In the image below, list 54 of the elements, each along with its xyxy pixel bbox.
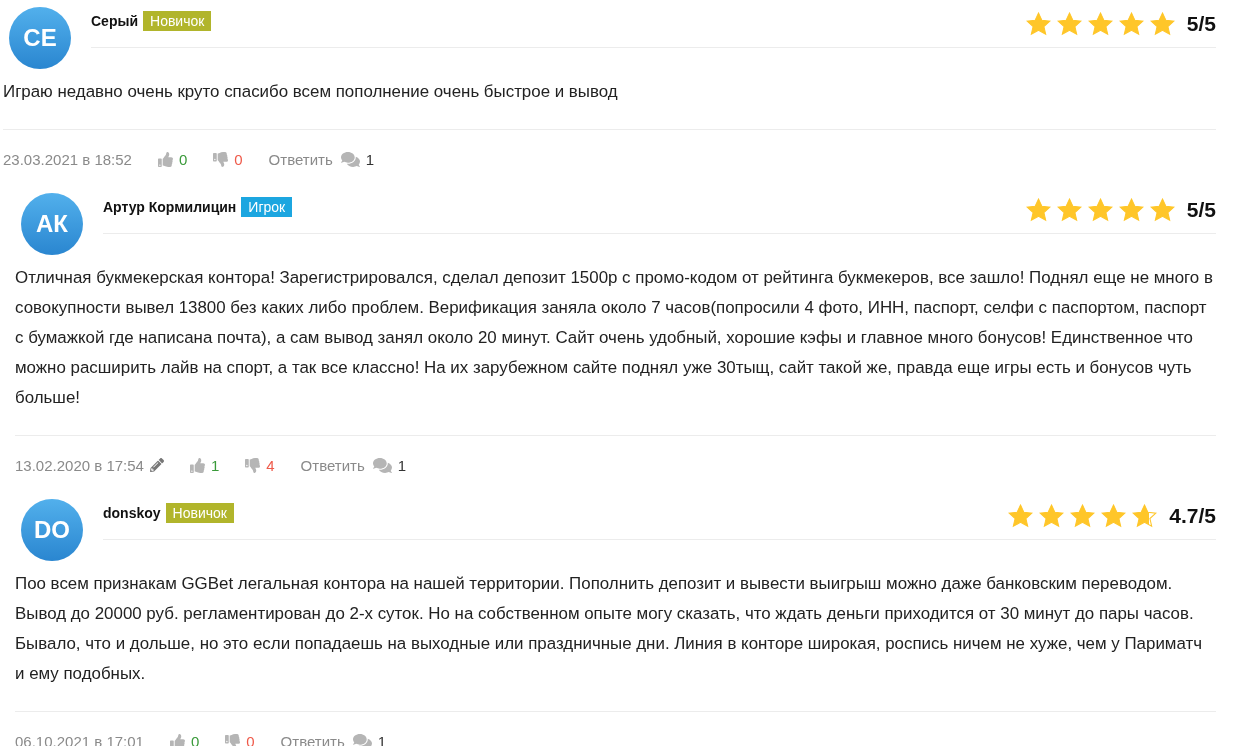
user-avatar: АК bbox=[21, 193, 83, 255]
rank-badge: Игрок bbox=[241, 197, 293, 217]
star-icon bbox=[1056, 198, 1082, 222]
star-icon bbox=[1087, 12, 1113, 36]
review-text: Играю недавно очень круто спасибо всем пополнение очень быстрое и вывод bbox=[3, 77, 1216, 130]
reply-link[interactable]: Ответить bbox=[268, 150, 333, 168]
star-icon bbox=[1149, 12, 1175, 36]
comment-count: 1 bbox=[397, 456, 407, 474]
rating-score: 5/5 bbox=[1186, 12, 1216, 36]
reply-link[interactable]: Ответить bbox=[280, 732, 345, 746]
star-icon bbox=[1025, 12, 1051, 36]
author-name: donskoy bbox=[103, 505, 161, 521]
thumbs-down-icon[interactable] bbox=[225, 733, 241, 746]
thumbs-up-icon[interactable] bbox=[189, 457, 205, 473]
comment-count: 1 bbox=[365, 150, 375, 168]
review-text: Поо всем признакам GGBet легальная контора на нашей территории. Пополнить депозит и вывести выигрыш можно даже банковским переводом. Вывод до 20000 руб. регламентирован до 2-х суток. Но на собственном опыте могу сказать, что ждать деньги приходится от 30 минут до пары часов. Бывало, что и дольше, но это если попадаешь на выходные или праздничные дни. Линия в конторе широкая, роспись ничем не хуже, чем у Париматч и ему подобных. bbox=[15, 569, 1216, 712]
star-icon bbox=[1039, 504, 1065, 528]
thumbs-up-icon[interactable] bbox=[169, 733, 185, 746]
star-icon bbox=[1070, 504, 1096, 528]
like-count: 0 bbox=[178, 150, 188, 168]
dislike-count: 0 bbox=[234, 150, 243, 168]
star-icon bbox=[1056, 12, 1082, 36]
star-icon bbox=[1118, 12, 1144, 36]
star-icon bbox=[1101, 504, 1127, 528]
comments-icon bbox=[352, 731, 372, 746]
like-count: 1 bbox=[210, 456, 220, 474]
comments-icon bbox=[340, 149, 360, 169]
star-icon bbox=[1132, 504, 1158, 528]
star-icon bbox=[1025, 198, 1051, 222]
rating-score: 5/5 bbox=[1186, 198, 1216, 222]
comment-count: 1 bbox=[377, 732, 387, 746]
rating-score: 4.7/5 bbox=[1169, 504, 1216, 528]
review-date: 23.03.2021 в 18:52 bbox=[3, 150, 132, 168]
user-avatar: DO bbox=[21, 499, 83, 561]
author-name: Артур Кормилицин bbox=[103, 199, 237, 215]
rank-badge: Новичок bbox=[165, 503, 234, 523]
thumbs-up-icon[interactable] bbox=[157, 151, 173, 167]
comments-icon bbox=[372, 455, 392, 475]
thumbs-down-icon[interactable] bbox=[245, 457, 261, 473]
dislike-count: 4 bbox=[266, 456, 275, 474]
user-avatar: СЕ bbox=[9, 7, 71, 69]
review-date: 13.02.2020 в 17:54 bbox=[15, 456, 144, 474]
reply-link[interactable]: Ответить bbox=[300, 456, 365, 474]
star-icon bbox=[1118, 198, 1144, 222]
star-icon bbox=[1149, 198, 1175, 222]
rank-badge: Новичок bbox=[143, 11, 212, 31]
author-name: Серый bbox=[91, 13, 138, 29]
star-icon bbox=[1008, 504, 1034, 528]
review-date: 06.10.2021 в 17:01 bbox=[15, 732, 144, 746]
thumbs-down-icon[interactable] bbox=[213, 151, 229, 167]
dislike-count: 0 bbox=[246, 732, 255, 746]
star-icon bbox=[1087, 198, 1113, 222]
review-text: Отличная букмекерская контора! Зарегистрировался, сделал депозит 1500р с промо-кодом от рейтинга букмекеров, все зашло! Поднял еще не много в совокупности вывел 13800 без каких либо проблем. Верификация заняла около 7 часов(попросили 4 фото, ИНН, паспорт, селфи с паспортом, паспорт с бумажкой где написана почта), а сам вывод занял около 20 минут. Сайт очень удобный, хорошие кэфы и главное много бонусов! Единственное что можно расширить лайв на спорт, а так все классно! На их зарубежном сайте поднял уже 30тыщ, сайт такой же, правда еще игры есть и бонусов чуть больше! bbox=[15, 263, 1216, 436]
like-count: 0 bbox=[190, 732, 200, 746]
